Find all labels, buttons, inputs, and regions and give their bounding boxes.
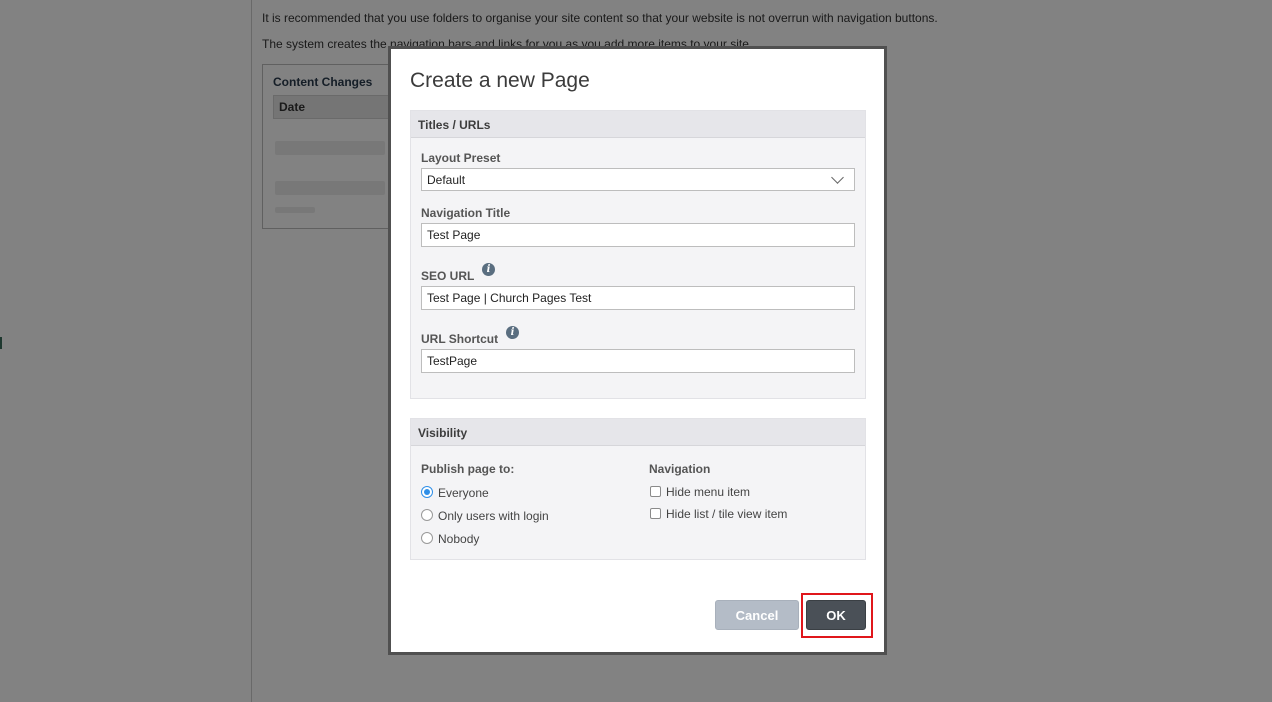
radio-nobody-label[interactable]: Nobody [438,532,479,546]
create-page-dialog: Create a new Page Titles / URLs Layout P… [388,46,887,655]
visibility-heading-label: Visibility [418,426,468,440]
dialog-title: Create a new Page [410,69,590,92]
chevron-down-icon [831,171,844,184]
layout-preset-label: Layout Preset [421,151,501,165]
info-icon[interactable]: i [482,263,495,276]
navigation-label: Navigation [649,462,711,476]
hide-list-tile-view-item-label[interactable]: Hide list / tile view item [666,507,787,521]
ok-button-highlight [801,593,873,638]
seo-url-input[interactable] [421,286,855,310]
url-shortcut-input[interactable] [421,349,855,373]
radio-everyone[interactable] [421,486,433,498]
radio-everyone-label[interactable]: Everyone [438,486,489,500]
radio-users-with-login-label[interactable]: Only users with login [438,509,549,523]
titles-urls-heading: Titles / URLs [411,111,865,138]
seo-url-label: SEO URL [421,269,475,283]
hide-menu-item-label[interactable]: Hide menu item [666,485,750,499]
layout-preset-value: Default [427,173,466,187]
visibility-section: Visibility Publish page to: Everyone Onl… [410,418,866,560]
info-icon[interactable]: i [506,326,519,339]
cancel-button[interactable]: Cancel [715,600,799,630]
titles-urls-heading-label: Titles / URLs [418,118,491,132]
publish-page-to-label: Publish page to: [421,462,515,476]
hide-list-tile-view-item-checkbox[interactable] [650,508,661,519]
radio-users-with-login[interactable] [421,509,433,521]
radio-nobody[interactable] [421,532,433,544]
url-shortcut-label: URL Shortcut [421,332,499,346]
navigation-title-label: Navigation Title [421,206,511,220]
navigation-title-input[interactable] [421,223,855,247]
titles-urls-section: Titles / URLs Layout Preset Default Navi… [410,110,866,399]
layout-preset-select[interactable]: Default [421,168,855,191]
hide-menu-item-checkbox[interactable] [650,486,661,497]
visibility-heading: Visibility [411,419,865,446]
